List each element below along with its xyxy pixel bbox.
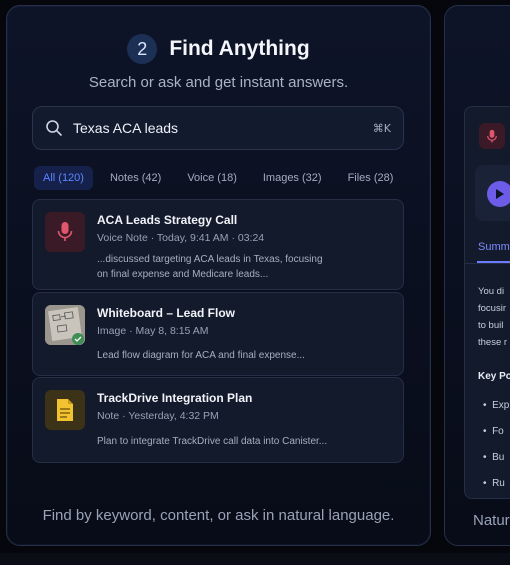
result-meta: Voice Note · Today, 9:41 AM · 03:24 — [97, 232, 265, 244]
summary-text: You di focusir to buil these r — [478, 283, 507, 351]
page-title: Find Anything — [169, 37, 310, 60]
result-meta: Note · Yesterday, 4:32 PM — [97, 410, 219, 422]
result-description: Plan to integrate TrackDrive call data i… — [97, 436, 328, 447]
title-row: 2 Find Anything — [7, 34, 430, 64]
result-title: ACA Leads Strategy Call — [97, 213, 238, 227]
result-description-line: on final expense and Medicare leads... — [97, 269, 269, 280]
summary-line: You di — [478, 286, 505, 297]
microphone-icon-box — [479, 123, 505, 149]
key-point-item: • Bu — [483, 452, 505, 463]
filter-tabs: All (120) Notes (42) Voice (18) Images (… — [34, 166, 410, 190]
key-points-heading: Key Po — [478, 371, 510, 382]
tab-summary[interactable]: Summary — [478, 241, 510, 253]
find-anything-panel: 2 Find Anything Search or ask and get in… — [6, 5, 431, 546]
key-point-text: Fo — [492, 426, 504, 437]
voice-note-detail-panel: Summary You di focusir to buil these r K… — [444, 5, 510, 546]
result-card-image[interactable]: Whiteboard – Lead Flow Image · May 8, 8:… — [32, 292, 404, 376]
search-input[interactable]: Texas ACA leads — [73, 120, 373, 136]
play-button[interactable] — [487, 181, 510, 207]
key-points-list: • Exp • Fo • Bu • Ru — [483, 393, 509, 497]
summary-line: focusir — [478, 303, 506, 314]
result-description: Lead flow diagram for ACA and final expe… — [97, 350, 305, 361]
tab-divider — [465, 263, 510, 264]
audio-player — [475, 165, 510, 221]
play-icon — [496, 189, 504, 199]
panel-footer-text: Find by keyword, content, or ask in natu… — [42, 507, 395, 524]
key-point-text: Bu — [492, 452, 505, 463]
filter-tab-notes[interactable]: Notes (42) — [101, 166, 170, 190]
filter-tab-files[interactable]: Files (28) — [339, 166, 403, 190]
step-number-badge: 2 — [127, 34, 158, 64]
microphone-icon — [487, 129, 497, 142]
result-card-note[interactable]: TrackDrive Integration Plan Note · Yeste… — [32, 377, 404, 463]
whiteboard-thumbnail-icon — [45, 305, 85, 345]
page-subtitle: Search or ask and get instant answers. — [88, 74, 349, 91]
filter-tab-voice[interactable]: Voice (18) — [178, 166, 246, 190]
result-description: ...discussed targeting ACA leads in Texa… — [97, 252, 389, 282]
summary-line: to buil — [478, 320, 504, 331]
document-icon — [57, 399, 73, 421]
search-bar[interactable]: Texas ACA leads ⌘K — [32, 106, 404, 150]
result-title: TrackDrive Integration Plan — [97, 391, 253, 405]
result-card-voice-note[interactable]: ACA Leads Strategy Call Voice Note · Tod… — [32, 199, 404, 290]
key-point-item: • Fo — [483, 426, 504, 437]
result-title: Whiteboard – Lead Flow — [97, 306, 236, 320]
detail-card: Summary You di focusir to buil these r K… — [464, 106, 510, 499]
keyboard-shortcut-hint: ⌘K — [372, 121, 391, 135]
whiteboard-thumbnail — [45, 305, 85, 345]
key-point-text: Ru — [492, 478, 505, 489]
microphone-icon-box — [45, 212, 85, 252]
key-point-item: • Exp — [483, 400, 510, 411]
search-icon — [46, 120, 62, 136]
result-description-line: ...discussed targeting ACA leads in Texa… — [97, 254, 323, 265]
panel-footer-text: Natur — [473, 512, 510, 529]
result-meta: Image · May 8, 8:15 AM — [97, 325, 209, 337]
document-icon-box — [45, 390, 85, 430]
filter-tab-all[interactable]: All (120) — [34, 166, 93, 190]
microphone-icon — [57, 222, 73, 241]
summary-line: these r — [478, 337, 508, 348]
filter-tab-images[interactable]: Images (32) — [254, 166, 331, 190]
key-point-text: Exp — [492, 400, 510, 411]
key-point-item: • Ru — [483, 478, 505, 489]
bottom-strip — [0, 553, 510, 565]
